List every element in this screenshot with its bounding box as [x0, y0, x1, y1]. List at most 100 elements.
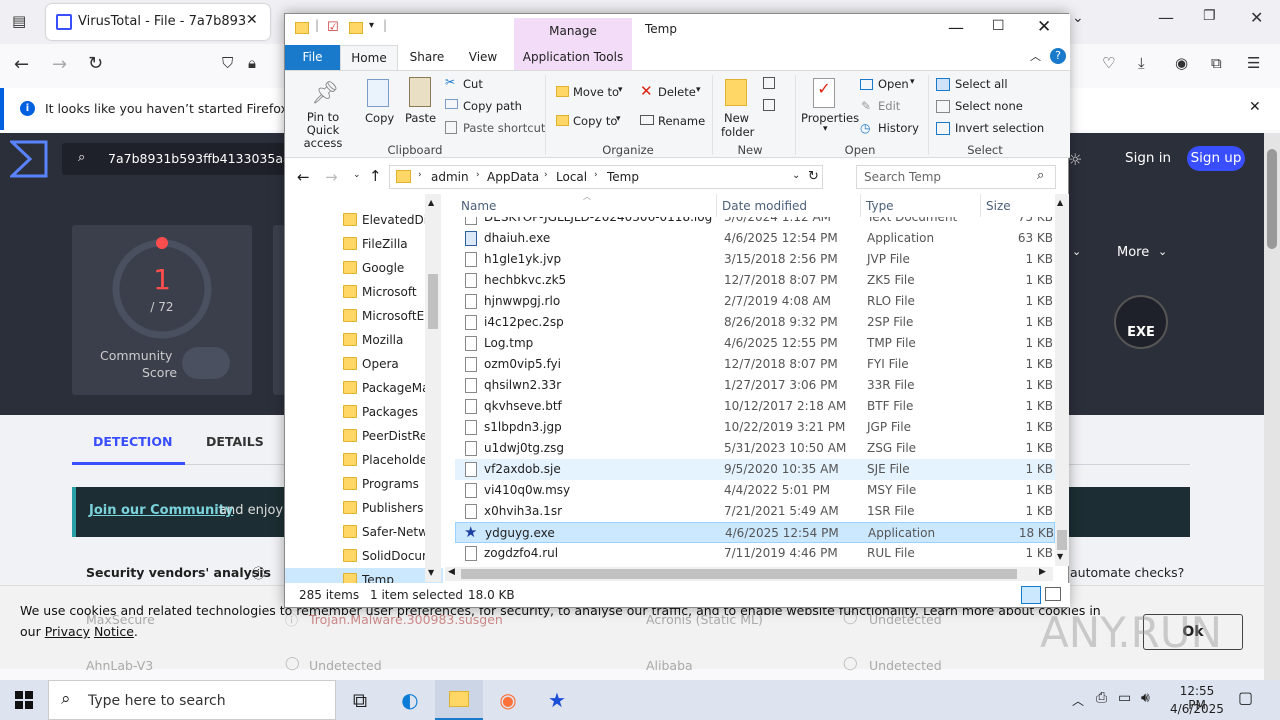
file-row[interactable]: h1gle1yk.jvp 3/15/2018 2:56 PM JVP File 1 K… — [455, 249, 1055, 270]
move-to-button[interactable]: Move to — [573, 85, 619, 99]
new-item-icon[interactable] — [763, 77, 775, 89]
back-icon[interactable]: ← — [14, 54, 29, 75]
cut-button[interactable]: Cut — [463, 77, 483, 91]
minimize-icon[interactable]: — — [948, 18, 964, 37]
invert-selection-button[interactable]: Invert selection — [955, 121, 1044, 135]
star-app-icon[interactable]: ★ — [533, 680, 581, 720]
nav-folder-item[interactable]: SolidDocum — [285, 544, 443, 568]
file-explorer-taskbar-icon[interactable] — [435, 680, 483, 720]
maximize-browser-icon[interactable]: ❐ — [1203, 8, 1216, 24]
forward-icon[interactable]: → — [325, 168, 338, 186]
file-row[interactable]: ★ ydguyg.exe 4/6/2025 12:54 PM Application 1… — [455, 522, 1055, 543]
tab-list-icon[interactable]: ▤ — [12, 12, 26, 30]
search-box[interactable]: Search Temp ⌕ — [856, 165, 1056, 189]
manage-context-tab[interactable]: Manage — [514, 18, 632, 45]
taskbar-search-input[interactable]: Type here to search — [88, 693, 226, 709]
tab-detection[interactable]: DETECTION — [72, 415, 185, 465]
easy-access-icon[interactable] — [763, 99, 775, 111]
close-icon[interactable]: ✕ — [1037, 17, 1051, 37]
copy-to-button[interactable]: Copy to — [573, 114, 617, 128]
scroll-up-icon[interactable]: ▲ — [428, 198, 434, 207]
large-icons-view-icon[interactable] — [1045, 587, 1061, 601]
edge-icon[interactable]: ◐ — [386, 680, 434, 720]
properties-qat-icon[interactable]: ☑ — [327, 20, 339, 35]
firefox-icon[interactable]: ◉ — [484, 680, 532, 720]
column-type[interactable]: Type — [866, 199, 894, 213]
nav-folder-item[interactable]: MicrosoftEc — [285, 304, 443, 328]
file-row[interactable]: hjnwwpgj.rlo 2/7/2019 4:08 AM RLO File 1 KB — [455, 291, 1055, 312]
list-horizontal-scrollbar[interactable]: ◀ ▶ — [445, 567, 1053, 581]
sign-up-button[interactable]: Sign up — [1187, 146, 1245, 171]
list-scrollbar-thumb[interactable] — [1057, 530, 1067, 550]
column-name[interactable]: Name — [461, 199, 496, 213]
display-icon[interactable]: ▭ — [1118, 690, 1131, 706]
file-row[interactable]: dhaiuh.exe 4/6/2025 12:54 PM Application 63… — [455, 228, 1055, 249]
nav-folder-item[interactable]: PeerDistRep — [285, 424, 443, 448]
nav-scrollbar-thumb[interactable] — [428, 274, 438, 329]
join-community-link[interactable]: Join our Community — [89, 503, 233, 518]
more-chevron-icon[interactable]: ⌄ — [1158, 245, 1167, 258]
file-row[interactable]: DESKTOP-JGLLJLD-20240306-0118.log 3/6/202… — [455, 217, 1055, 228]
search-icon[interactable]: ⌕ — [1037, 168, 1044, 183]
new-folder-qat-icon[interactable] — [349, 22, 363, 34]
close-browser-icon[interactable]: ✕ — [1250, 8, 1263, 27]
file-row[interactable]: qhsilwn2.33r 1/27/2017 3:06 PM 33R File 1 K… — [455, 375, 1055, 396]
account-icon[interactable]: ◉ — [1175, 54, 1188, 72]
nav-folder-item[interactable]: Opera — [285, 352, 443, 376]
column-size[interactable]: Size — [986, 199, 1011, 213]
delete-button[interactable]: Delete — [658, 85, 696, 99]
nav-folder-item[interactable]: FileZilla — [285, 232, 443, 256]
nav-folder-item[interactable]: Placeholder — [285, 448, 443, 472]
reload-icon[interactable]: ↻ — [88, 53, 103, 74]
column-date-modified[interactable]: Date modified — [722, 199, 807, 213]
forward-icon[interactable]: → — [52, 54, 67, 75]
properties-button[interactable]: Properties — [801, 111, 859, 125]
page-scrollbar-thumb[interactable] — [1267, 149, 1277, 249]
collapse-ribbon-icon[interactable]: ︿ — [1030, 48, 1041, 64]
nav-chevron-icon[interactable]: ⌄ — [1072, 245, 1081, 258]
file-row[interactable]: ozm0vip5.fyi 12/7/2018 8:07 PM FYI File 1 K… — [455, 354, 1055, 375]
scroll-down-icon[interactable]: ▼ — [428, 568, 434, 577]
file-row[interactable]: x0hvih3a.1sr 7/21/2021 5:49 AM 1SR File 1 K… — [455, 501, 1055, 522]
automate-text[interactable]: automate checks? — [1070, 565, 1184, 580]
notice-link[interactable]: Notice — [94, 624, 134, 639]
copy-button[interactable]: Copy — [365, 111, 394, 125]
nav-folder-item[interactable]: Packages — [285, 400, 443, 424]
tab-file[interactable]: File — [285, 45, 340, 70]
notifications-icon[interactable]: ▢ — [1238, 688, 1253, 707]
volume-icon[interactable]: 🔊︎ — [1141, 690, 1150, 706]
more-menu[interactable]: More — [1117, 245, 1149, 260]
clock-date[interactable]: 4/6/2025 — [1170, 702, 1224, 716]
up-icon[interactable]: ↑ — [369, 167, 382, 185]
new-folder-button[interactable]: New — [724, 111, 749, 125]
virustotal-logo-icon[interactable] — [10, 140, 48, 178]
tab-application-tools[interactable]: Application Tools — [514, 45, 632, 70]
edit-button[interactable]: Edit — [878, 99, 900, 113]
downloads-icon[interactable]: ⤓ — [1138, 54, 1145, 72]
address-dropdown-icon[interactable]: ⌄ — [792, 170, 800, 181]
breadcrumb-appdata[interactable]: AppData — [487, 170, 539, 184]
taskbar-search[interactable]: ⌕ Type here to search — [48, 680, 336, 720]
file-row[interactable]: hechbkvc.zk5 12/7/2018 8:07 PM ZK5 File 1 K… — [455, 270, 1055, 291]
theme-icon[interactable]: ☼ — [1068, 150, 1082, 169]
recent-locations-icon[interactable]: ⌄ — [353, 170, 361, 180]
paste-shortcut-button[interactable]: Paste shortcut — [463, 121, 545, 135]
vt-search-box[interactable]: ⌕ 7a7b8931b593ffb4133035aa8 — [62, 143, 292, 175]
nav-folder-item[interactable]: Safer-Netwo — [285, 520, 443, 544]
close-info-bar-icon[interactable]: ✕ — [1249, 99, 1261, 115]
breadcrumb-local[interactable]: Local — [556, 170, 587, 184]
tab-share[interactable]: Share — [401, 45, 453, 70]
sign-in-link[interactable]: Sign in — [1125, 150, 1171, 166]
list-all-tabs-icon[interactable]: ⌄ — [1072, 10, 1084, 26]
tab-details[interactable]: DETAILS — [206, 434, 264, 449]
lock-icon[interactable]: 🔒︎ — [248, 54, 256, 72]
minimize-browser-icon[interactable]: — — [1158, 8, 1174, 27]
extensions-icon[interactable]: ⧉ — [1211, 54, 1222, 72]
select-none-button[interactable]: Select none — [955, 99, 1023, 113]
select-all-button[interactable]: Select all — [955, 77, 1008, 91]
nav-folder-item[interactable]: PackageMa — [285, 376, 443, 400]
nav-folder-item[interactable]: Google — [285, 256, 443, 280]
breadcrumb-admin[interactable]: admin — [431, 170, 469, 184]
network-icon[interactable]: ⎙ — [1096, 690, 1107, 706]
start-button[interactable] — [0, 680, 48, 720]
